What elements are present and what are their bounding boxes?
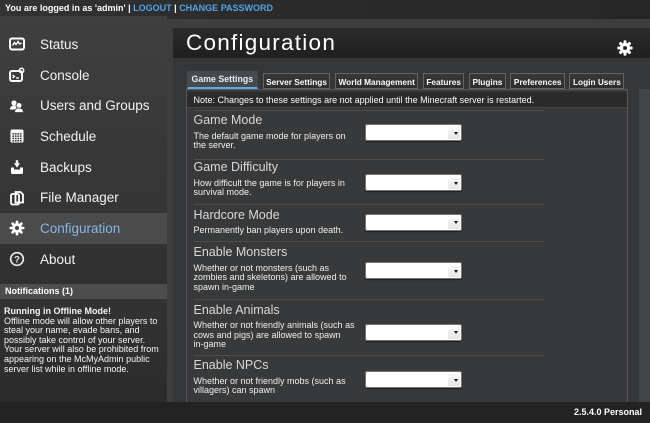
svg-text:?: ? [14,255,20,266]
